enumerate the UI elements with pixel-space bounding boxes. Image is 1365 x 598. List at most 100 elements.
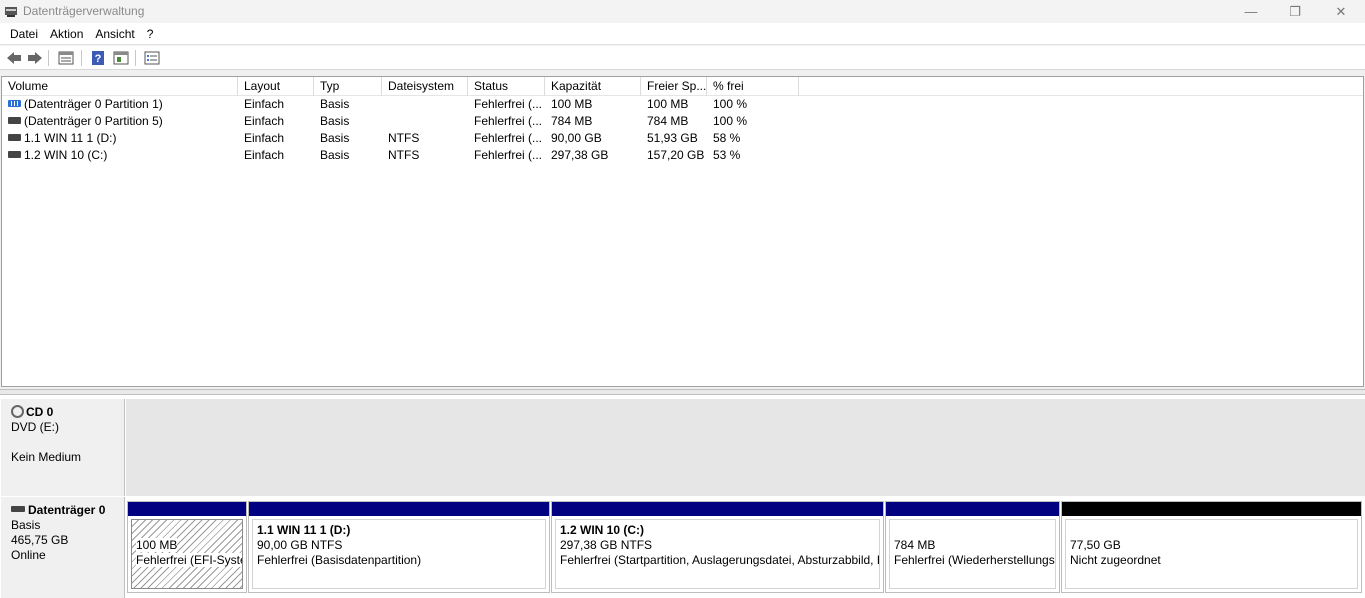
volume-name: (Datenträger 0 Partition 5): [24, 114, 163, 128]
column-header-freier-speicher[interactable]: Freier Sp...: [641, 77, 707, 96]
volume-prozent-frei: 100 %: [713, 114, 748, 128]
volume-typ: Basis: [320, 148, 350, 162]
help-icon[interactable]: ?: [89, 49, 107, 67]
disk0-state: Online: [11, 548, 46, 562]
properties-icon[interactable]: [112, 49, 130, 67]
partition-size: 90,00 GB NTFS: [257, 538, 343, 552]
partition-status: Fehlerfrei (Basisdatenpartition): [257, 553, 422, 567]
disk0-name: Datenträger 0: [28, 503, 106, 517]
partition-bar: [1062, 502, 1361, 516]
volume-name: 1.2 WIN 10 (C:): [24, 148, 108, 162]
volume-prozent-frei: 53 %: [713, 148, 741, 162]
disk0-size: 465,75 GB: [11, 533, 69, 547]
partition-win10-c[interactable]: 1.2 WIN 10 (C:) 297,38 GB NTFS Fehlerfre…: [551, 501, 884, 593]
volume-row[interactable]: 1.1 WIN 11 1 (D:) Einfach Basis NTFS Feh…: [2, 130, 1363, 147]
volume-status: Fehlerfrei (...: [474, 148, 543, 162]
partition-title: 1.2 WIN 10 (C:): [560, 523, 645, 537]
volume-prozent-frei: 58 %: [713, 131, 741, 145]
volume-prozent-frei: 100 %: [713, 97, 748, 111]
volume-name: (Datenträger 0 Partition 1): [24, 97, 163, 111]
menu-aktion[interactable]: Aktion: [44, 23, 89, 45]
volume-row[interactable]: (Datenträger 0 Partition 1) Einfach Basi…: [2, 96, 1363, 113]
cd-disk-label[interactable]: CD 0 DVD (E:) Kein Medium: [1, 399, 125, 496]
volume-typ: Basis: [320, 97, 350, 111]
partition-win11-d[interactable]: 1.1 WIN 11 1 (D:) 90,00 GB NTFS Fehlerfr…: [248, 501, 550, 593]
partition-efi[interactable]: 100 MB Fehlerfrei (EFI-Systempartition): [127, 501, 247, 593]
partition-status: Fehlerfrei (Wiederherstellungspartition): [894, 553, 1055, 567]
svg-text:?: ?: [95, 53, 102, 65]
volume-typ: Basis: [320, 114, 350, 128]
volume-layout: Einfach: [244, 97, 285, 111]
volume-kapazitaet: 784 MB: [551, 114, 593, 128]
menu-bar: Datei Aktion Ansicht ?: [0, 23, 1365, 45]
partition-recovery[interactable]: 784 MB Fehlerfrei (Wiederherstellungspar…: [885, 501, 1060, 593]
disk-list-icon[interactable]: [57, 49, 75, 67]
restore-button[interactable]: ❐: [1272, 0, 1318, 23]
partition-bar: [552, 502, 883, 516]
toolbar: ?: [0, 46, 1365, 70]
column-header-status[interactable]: Status: [468, 77, 545, 96]
volume-layout: Einfach: [244, 148, 285, 162]
volume-kapazitaet: 297,38 GB: [551, 148, 609, 162]
partition-size: 297,38 GB NTFS: [560, 538, 653, 552]
volume-status: Fehlerfrei (...: [474, 131, 543, 145]
close-button[interactable]: ✕: [1318, 0, 1364, 23]
partition-bar: [886, 502, 1059, 516]
partition-status: Fehlerfrei (EFI-Systempartition): [136, 553, 242, 567]
toolbar-separator: [48, 50, 49, 66]
disk0-type: Basis: [11, 518, 41, 532]
volume-dateisystem: [382, 113, 468, 130]
partition-bar: [128, 502, 246, 516]
cd-drive-letter: DVD (E:): [11, 420, 59, 434]
disk0-label[interactable]: Datenträger 0 Basis 465,75 GB Online: [1, 497, 125, 598]
partition-size: 100 MB: [136, 538, 178, 552]
toolbar-separator: [81, 50, 82, 66]
volume-list: Volume Layout Typ Dateisystem Status Kap…: [1, 76, 1364, 387]
volume-kapazitaet: 100 MB: [551, 97, 593, 111]
column-header-kapazitaet[interactable]: Kapazität: [545, 77, 641, 96]
menu-help[interactable]: ?: [141, 23, 160, 45]
menu-datei[interactable]: Datei: [4, 23, 44, 45]
volume-kapazitaet: 90,00 GB: [551, 131, 602, 145]
column-header-dateisystem[interactable]: Dateisystem: [382, 77, 468, 96]
volume-row[interactable]: 1.2 WIN 10 (C:) Einfach Basis NTFS Fehle…: [2, 147, 1363, 164]
partition-status: Fehlerfrei (Startpartition, Auslagerungs…: [560, 553, 879, 567]
menu-ansicht[interactable]: Ansicht: [89, 23, 140, 45]
volume-dateisystem: [382, 96, 468, 113]
partition-size: 784 MB: [894, 538, 936, 552]
volume-status: Fehlerfrei (...: [474, 97, 543, 111]
cd-name: CD 0: [26, 405, 54, 419]
volume-icon: [8, 151, 21, 159]
column-header-typ[interactable]: Typ: [314, 77, 382, 96]
disk-graphical-view: CD 0 DVD (E:) Kein Medium Datenträger 0 …: [0, 395, 1365, 598]
checklist-icon[interactable]: [143, 49, 161, 67]
volume-name: 1.1 WIN 11 1 (D:): [24, 131, 117, 145]
column-header-volume[interactable]: Volume: [2, 77, 238, 96]
volume-icon: [8, 134, 21, 142]
cd-disk-area[interactable]: [126, 399, 1365, 496]
hard-disk-icon: [11, 505, 25, 512]
volume-freier-speicher: 51,93 GB: [647, 131, 698, 145]
blue-volume-icon: [8, 100, 21, 108]
volume-list-header: Volume Layout Typ Dateisystem Status Kap…: [2, 77, 1363, 96]
partition-bar: [249, 502, 549, 516]
back-arrow-icon[interactable]: [5, 49, 23, 67]
volume-row[interactable]: (Datenträger 0 Partition 5) Einfach Basi…: [2, 113, 1363, 130]
volume-typ: Basis: [320, 131, 350, 145]
forward-arrow-icon[interactable]: [26, 49, 44, 67]
volume-status: Fehlerfrei (...: [474, 114, 543, 128]
partition-title: 1.1 WIN 11 1 (D:): [257, 523, 351, 537]
cd-drive-icon: [11, 405, 24, 419]
cd-state: Kein Medium: [11, 450, 82, 464]
column-header-layout[interactable]: Layout: [238, 77, 314, 96]
disk0-partitions: 100 MB Fehlerfrei (EFI-Systempartition) …: [126, 501, 1365, 598]
volume-dateisystem: NTFS: [388, 131, 420, 145]
volume-layout: Einfach: [244, 114, 285, 128]
volume-dateisystem: NTFS: [388, 148, 420, 162]
minimize-button[interactable]: —: [1228, 0, 1274, 23]
partition-status: Nicht zugeordnet: [1070, 553, 1161, 567]
partition-unallocated[interactable]: 77,50 GB Nicht zugeordnet: [1061, 501, 1362, 593]
title-bar: Datenträgerverwaltung — ❐ ✕: [0, 0, 1365, 23]
volume-freier-speicher: 100 MB: [647, 97, 689, 111]
column-header-prozent-frei[interactable]: % frei: [707, 77, 799, 96]
